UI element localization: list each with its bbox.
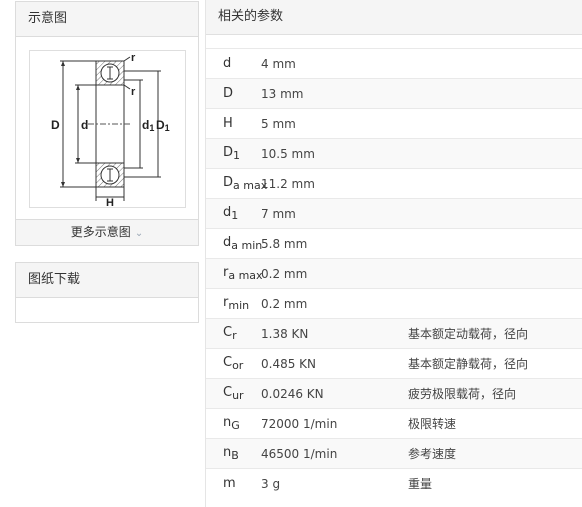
param-symbol-subscript: G: [231, 419, 240, 432]
param-symbol-base: D: [223, 86, 234, 101]
param-symbol: Cr: [206, 325, 261, 342]
download-panel-title: 图纸下载: [16, 263, 198, 298]
param-symbol: D: [206, 86, 261, 101]
param-symbol: nB: [206, 445, 261, 462]
param-symbol: m: [206, 476, 261, 491]
param-value: 7 mm: [261, 206, 296, 221]
param-description: 参考速度: [408, 447, 457, 461]
param-symbol: D1: [206, 145, 261, 162]
param-value: 46500 1/min: [261, 446, 338, 461]
param-symbol-subscript: min: [228, 299, 250, 312]
param-symbol: nG: [206, 415, 261, 432]
params-section: 相关的参数 d4 mm D 13 mm H 5 mm D1 10.5 mm Da max 11.…: [205, 0, 582, 507]
param-row: m 3 g 重量: [206, 468, 582, 498]
param-symbol: da min: [206, 235, 263, 252]
param-row: d1 7 mm: [206, 198, 582, 228]
chevron-down-icon: ⌄: [134, 228, 144, 239]
param-symbol-base: m: [223, 476, 236, 491]
diagram-label-D1: D1: [156, 118, 170, 133]
param-description: 疲劳极限载荷，径向: [408, 387, 517, 401]
param-value: 10.5 mm: [261, 146, 315, 161]
params-table: d4 mm D 13 mm H 5 mm D1 10.5 mm Da max 11.2 mm d1…: [206, 48, 582, 498]
param-row: Da max 11.2 mm: [206, 168, 582, 198]
more-diagrams-label: 更多示意图: [70, 225, 131, 239]
diagram-label-r-top: r: [131, 52, 136, 64]
diagram-panel: 示意图 D d d1 D1 r r H 更多示意图 ⌄: [15, 1, 199, 246]
param-symbol: Cur: [206, 385, 261, 402]
param-symbol-base: C: [223, 385, 233, 400]
param-symbol-base: D: [223, 145, 234, 160]
param-symbol: ra max: [206, 265, 263, 282]
param-symbol: Cor: [206, 355, 261, 372]
param-symbol-base: n: [223, 445, 232, 460]
param-description: 极限转速: [408, 417, 457, 431]
diagram-label-d1: d1: [142, 118, 154, 133]
param-row: Cur 0.0246 KN 疲劳极限载荷，径向: [206, 378, 582, 408]
download-panel: 图纸下载: [15, 262, 199, 323]
param-row: D1 10.5 mm: [206, 138, 582, 168]
param-symbol-subscript: B: [231, 449, 239, 462]
param-symbol-subscript: a max: [228, 269, 263, 282]
param-row: D 13 mm: [206, 78, 582, 108]
param-description: 重量: [408, 477, 433, 491]
param-value: 5.8 mm: [261, 236, 308, 251]
bearing-cross-section-drawing: D d d1 D1 r r H: [51, 52, 170, 209]
param-symbol-subscript: r: [232, 329, 237, 342]
diagram-label-d1-base: d: [142, 118, 149, 132]
param-row: nG 72000 1/min 极限转速: [206, 408, 582, 438]
param-symbol: H: [206, 116, 261, 131]
param-value: 11.2 mm: [261, 176, 315, 191]
param-symbol: d: [206, 56, 261, 71]
param-value: 13 mm: [261, 86, 304, 101]
param-row: rmin 0.2 mm: [206, 288, 582, 318]
param-description: 基本额定动载荷，径向: [408, 327, 529, 341]
param-row: Cr 1.38 KN 基本额定动载荷，径向: [206, 318, 582, 348]
param-row: H 5 mm: [206, 108, 582, 138]
param-row: ra max 0.2 mm: [206, 258, 582, 288]
param-value: 0.0246 KN: [261, 386, 324, 401]
param-symbol-base: H: [223, 116, 233, 131]
param-symbol-subscript: a min: [231, 239, 263, 252]
diagram-label-d: d: [81, 118, 88, 132]
more-diagrams-link[interactable]: 更多示意图 ⌄: [16, 219, 198, 245]
param-symbol: Da max: [206, 175, 267, 192]
param-value: 72000 1/min: [261, 416, 338, 431]
param-symbol-subscript: 1: [231, 209, 239, 222]
param-symbol-subscript: 1: [233, 149, 241, 162]
param-symbol-base: n: [223, 415, 232, 430]
param-row: d 4 mm: [206, 48, 582, 78]
param-symbol-subscript: or: [232, 359, 244, 372]
diagram-label-H: H: [106, 197, 114, 207]
param-row: da min 5.8 mm: [206, 228, 582, 258]
param-symbol-base: C: [223, 355, 233, 370]
param-symbol: rmin: [206, 295, 261, 312]
param-value: 3 g: [261, 476, 281, 491]
diagram-label-r-inner: r: [131, 86, 136, 98]
diagram-label-d1-sub: 1: [149, 123, 154, 133]
param-value: 0.2 mm: [261, 296, 308, 311]
param-symbol-base: D: [223, 175, 234, 190]
param-value: 5 mm: [261, 116, 296, 131]
param-value: 4 mm: [261, 56, 296, 71]
diagram-label-D1-sub: 1: [165, 123, 170, 133]
param-description: 基本额定静载荷，径向: [408, 357, 529, 371]
param-symbol: d1: [206, 205, 261, 222]
param-value: 1.38 KN: [261, 326, 309, 341]
param-row: nB 46500 1/min 参考速度: [206, 438, 582, 468]
bearing-diagram[interactable]: D d d1 D1 r r H: [29, 50, 186, 209]
param-value: 0.2 mm: [261, 266, 308, 281]
param-symbol-base: C: [223, 325, 233, 340]
diagram-panel-title: 示意图: [16, 2, 198, 37]
param-symbol-base: d: [223, 56, 232, 71]
param-symbol-subscript: ur: [232, 389, 244, 402]
diagram-label-D1-base: D: [156, 118, 165, 132]
params-title: 相关的参数: [206, 0, 582, 35]
param-value: 0.485 KN: [261, 356, 317, 371]
diagram-label-D: D: [51, 118, 60, 132]
param-row: Cor 0.485 KN 基本额定静载荷，径向: [206, 348, 582, 378]
